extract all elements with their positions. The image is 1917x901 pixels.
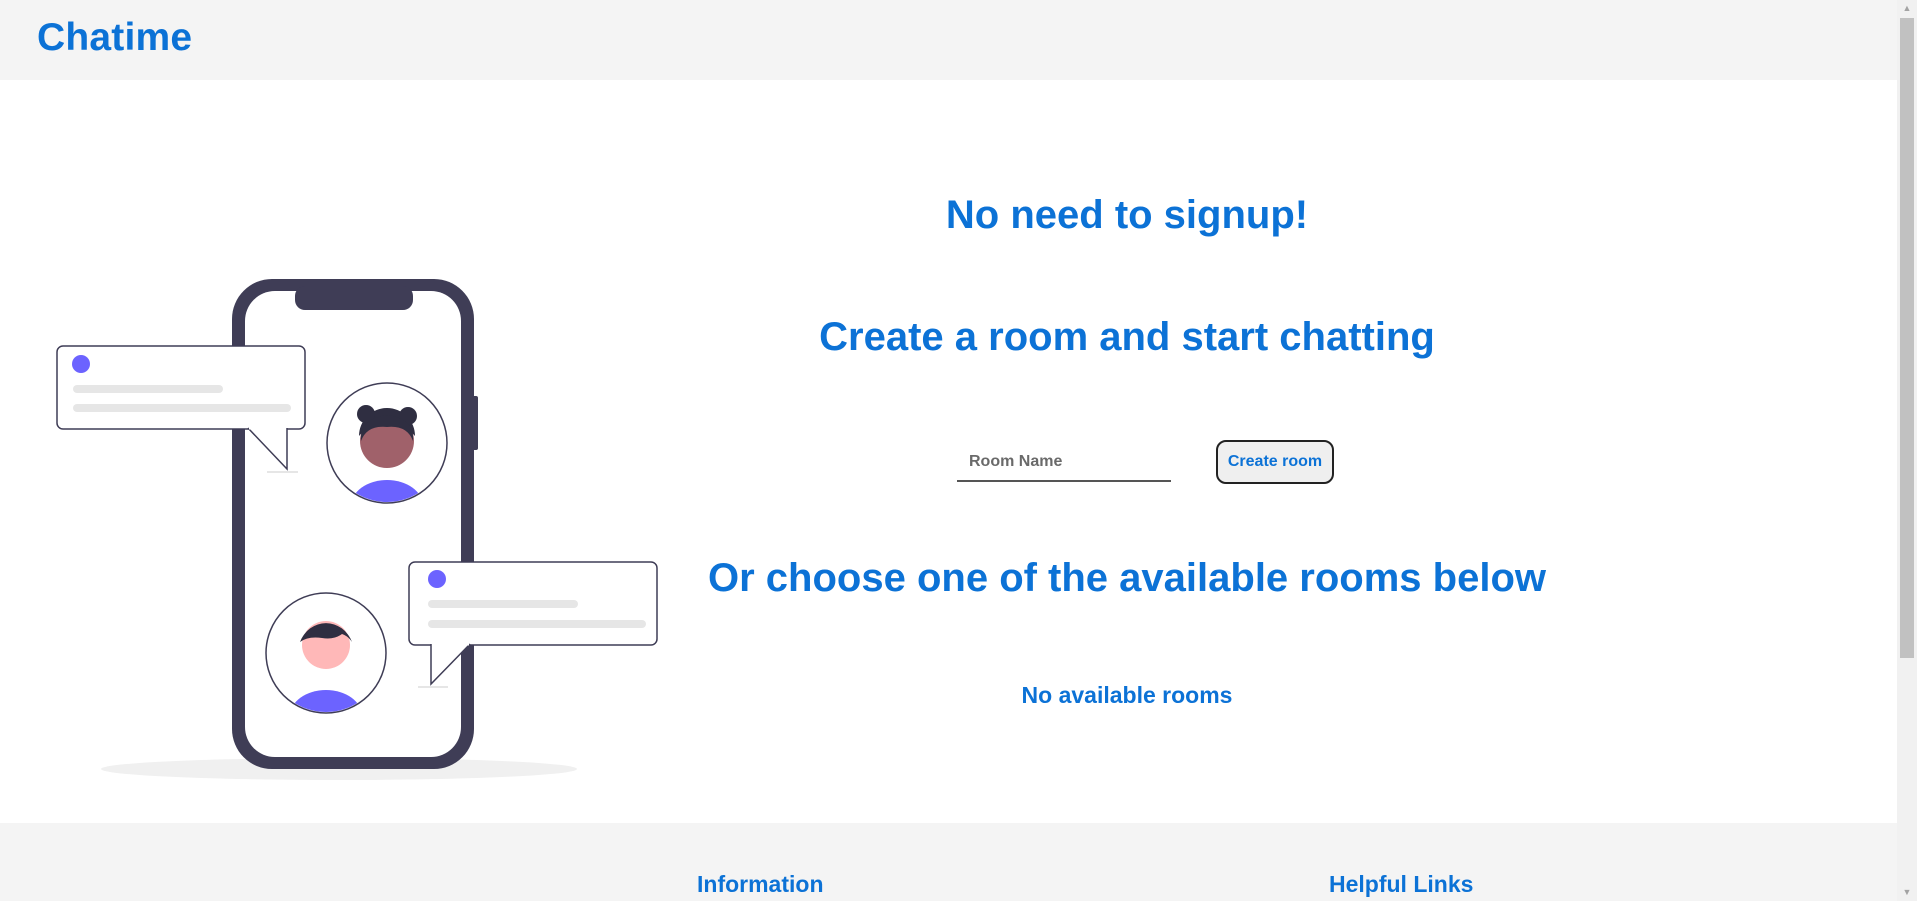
footer-helpful-links-heading: Helpful Links: [1329, 871, 1474, 897]
available-rooms-heading: Or choose one of the available rooms bel…: [708, 556, 1546, 600]
room-name-input[interactable]: [957, 444, 1171, 482]
scroll-down-icon[interactable]: ▼: [1897, 884, 1917, 901]
phone-side-button: [472, 396, 478, 450]
chat-bubble-icon: [408, 561, 658, 688]
footer-information-heading: Information: [697, 871, 824, 897]
create-room-button[interactable]: Create room: [1216, 440, 1334, 484]
top-header: Chatime: [0, 0, 1897, 80]
phone-notch: [295, 286, 413, 310]
scrollbar-thumb[interactable]: [1900, 18, 1914, 658]
app-logo[interactable]: Chatime: [37, 16, 192, 60]
subheadline: Create a room and start chatting: [819, 315, 1435, 359]
vertical-scrollbar[interactable]: ▲ ▼: [1897, 0, 1917, 901]
phone-chat-illustration: [56, 279, 658, 780]
no-rooms-message: No available rooms: [1021, 682, 1233, 708]
headline: No need to signup!: [945, 193, 1309, 237]
scroll-up-icon[interactable]: ▲: [1897, 0, 1917, 17]
footer: Information Helpful Links: [0, 823, 1897, 901]
page: Chatime No need to signup! Create a room…: [0, 0, 1917, 901]
